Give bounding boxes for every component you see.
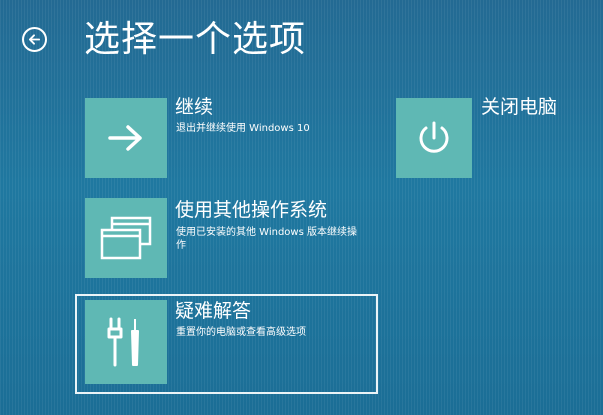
troubleshoot-title[interactable]: 疑难解答: [175, 299, 251, 323]
continue-tile[interactable]: [85, 98, 167, 178]
back-arrow-icon: [28, 34, 41, 45]
page-title: 选择一个选项: [84, 19, 307, 60]
troubleshoot-description: 重置你的电脑或查看高级选项: [176, 327, 306, 338]
other-os-tile[interactable]: [85, 198, 167, 278]
other-os-description: 使用已安装的其他 Windows 版本继续操作: [176, 227, 357, 251]
power-off-tile[interactable]: [396, 98, 472, 178]
power-off-title[interactable]: 关闭电脑: [481, 95, 557, 119]
troubleshoot-tile[interactable]: [85, 300, 167, 384]
back-button[interactable]: [22, 27, 47, 52]
continue-description: 退出并继续使用 Windows 10: [176, 123, 310, 134]
arrow-right-icon: [108, 125, 142, 151]
continue-title[interactable]: 继续: [175, 95, 213, 119]
other-os-title[interactable]: 使用其他操作系统: [175, 198, 327, 222]
windows-stack-icon: [100, 216, 152, 260]
power-icon: [419, 121, 449, 153]
tools-icon: [107, 317, 139, 367]
